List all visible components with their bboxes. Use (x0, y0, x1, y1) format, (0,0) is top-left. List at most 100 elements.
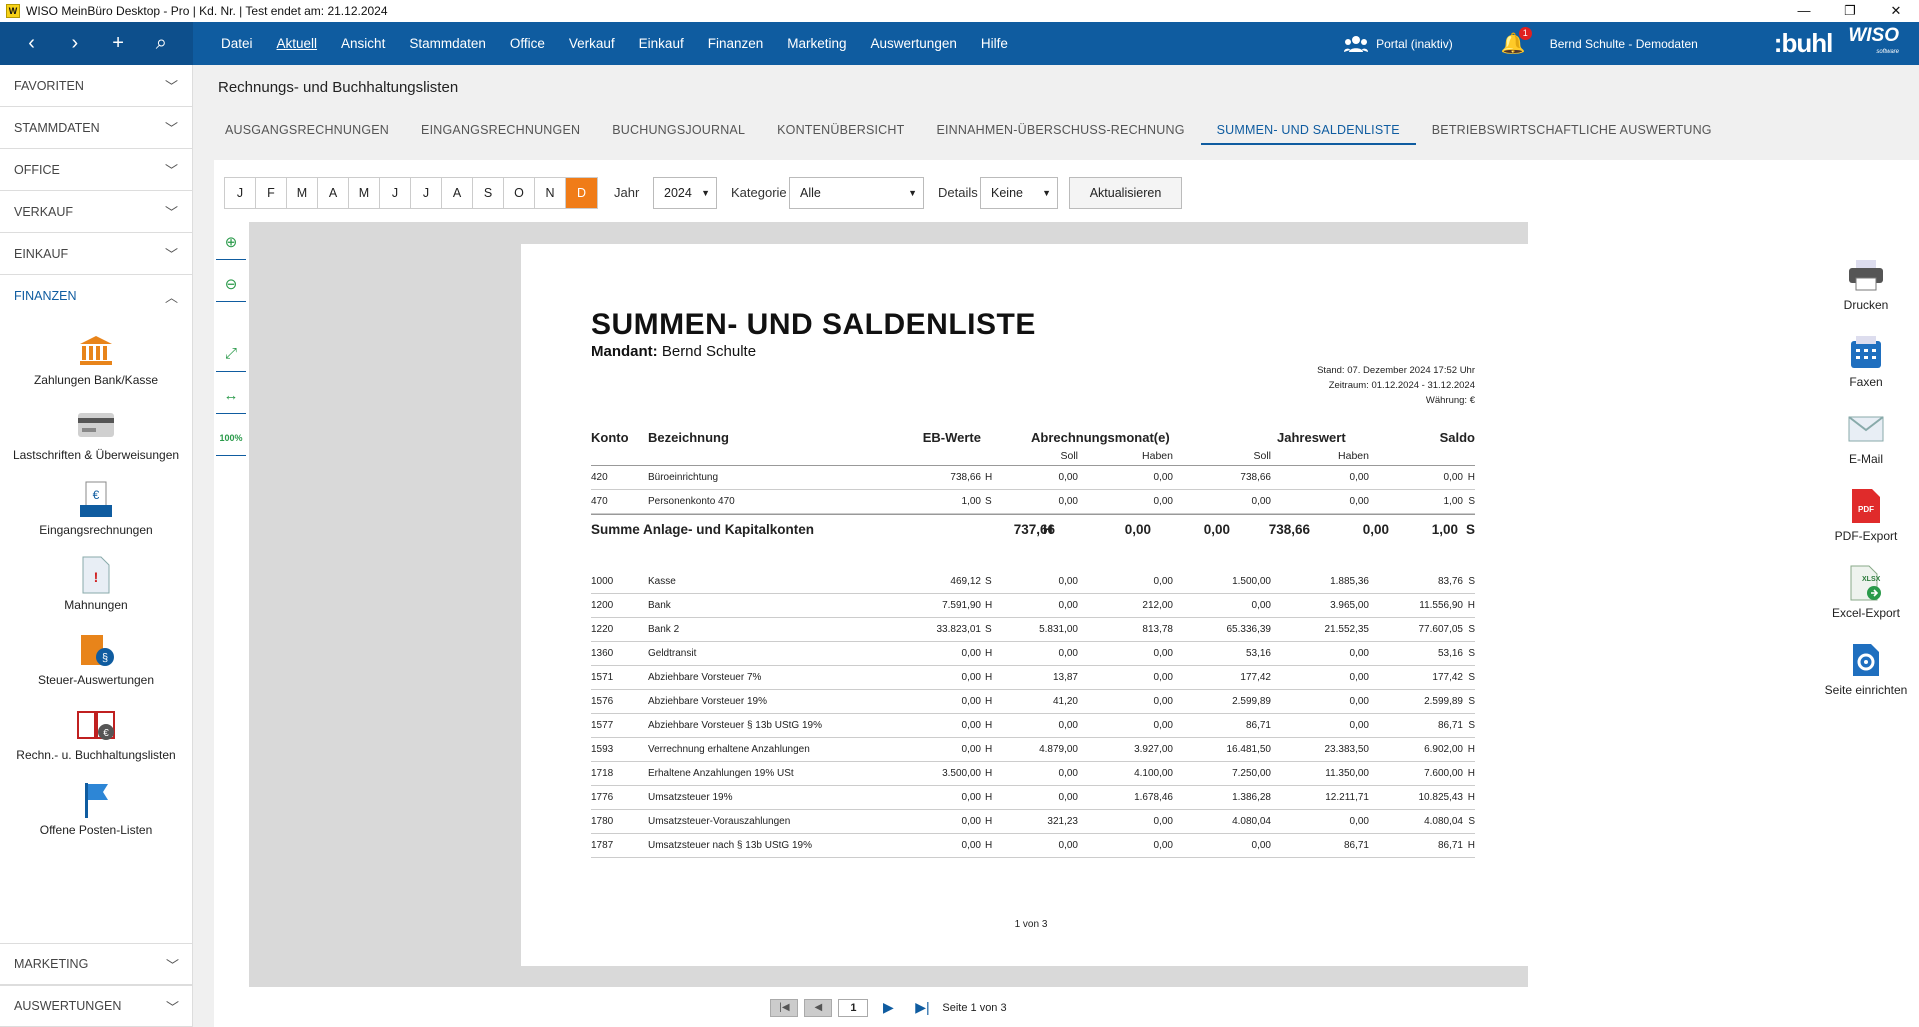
cell-eb: 1,00 (961, 496, 981, 507)
action-seite-einrichtenbutton[interactable]: Seite einrichten (1813, 640, 1919, 717)
month-button-10[interactable]: O (504, 178, 535, 208)
cell-ms: 0,00 (1058, 768, 1078, 779)
action-faxenbutton[interactable]: Faxen (1813, 332, 1919, 409)
menu-item-auswertungen[interactable]: Auswertungen (859, 36, 969, 51)
cell-ss: H (1467, 840, 1475, 851)
refresh-button[interactable]: Aktualisieren (1069, 177, 1182, 209)
forward-arrow-icon[interactable]: › (60, 32, 90, 55)
sidebar-link-1[interactable]: Zahlungen Bank/Kasse (34, 331, 158, 406)
month-button-8[interactable]: A (442, 178, 473, 208)
next-page-icon[interactable]: ▶ (874, 999, 903, 1017)
report-viewer[interactable]: SUMMEN- UND SALDENLISTE Mandant: Bernd S… (249, 222, 1541, 987)
action-druckenbutton[interactable]: Drucken (1813, 255, 1919, 332)
menu-item-marketing[interactable]: Marketing (775, 36, 858, 51)
cell-bez: Bank 2 (648, 624, 680, 635)
month-button-4[interactable]: A (318, 178, 349, 208)
month-button-1[interactable]: J (225, 178, 256, 208)
zoom-100-icon[interactable]: 100% (216, 420, 246, 456)
cell-ss: S (1468, 672, 1475, 683)
zoom-in-icon[interactable]: ⊕ (216, 224, 246, 260)
tab-5[interactable]: Einnahmen-Überschuss-Rechnung (920, 113, 1200, 145)
category-select[interactable]: Alle ▼ (789, 177, 924, 209)
cell-jh: 11.350,00 (1325, 768, 1369, 779)
sum-cell-saldo: 1,00 (1431, 522, 1458, 537)
cell-jh: 0,00 (1349, 696, 1369, 707)
menu-item-office[interactable]: Office (498, 36, 557, 51)
month-button-7[interactable]: J (411, 178, 442, 208)
search-icon[interactable]: ⌕ (146, 32, 176, 55)
year-select[interactable]: 2024 ▼ (653, 177, 717, 209)
tab-3[interactable]: Buchungsjournal (596, 113, 761, 145)
sidebar-section-label: FINANZEN (14, 289, 77, 303)
viewer-tools: ⊕ ⊖ ⤢ ↔ 100% (216, 224, 246, 462)
sidebar-link-4[interactable]: ! Mahnungen (64, 556, 128, 631)
menu-item-datei[interactable]: Datei (209, 36, 265, 51)
tab-2[interactable]: Eingangsrechnungen (405, 113, 596, 145)
sidebar-link-6[interactable]: € Rechn.- u. Buchhaltungslisten (16, 706, 176, 781)
cell-js: 177,42 (1240, 672, 1271, 683)
menu-item-aktuell[interactable]: Aktuell (265, 36, 330, 51)
cell-mh: 212,00 (1142, 600, 1173, 611)
month-button-2[interactable]: F (256, 178, 287, 208)
month-button-3[interactable]: M (287, 178, 318, 208)
fit-page-icon[interactable]: ⤢ (216, 336, 246, 372)
table-row: 1576 Abziehbare Vorsteuer 19% 0,00 H 41,20 0,… (591, 690, 1475, 714)
table-row: 1787 Umsatzsteuer nach § 13b UStG 19% 0,00… (591, 834, 1475, 858)
menu-item-stammdaten[interactable]: Stammdaten (397, 36, 498, 51)
close-button[interactable]: ✕ (1873, 3, 1919, 19)
user-name[interactable]: Bernd Schulte - Demodaten (1550, 37, 1698, 51)
last-page-icon[interactable]: ▶| (908, 999, 937, 1017)
plus-icon[interactable]: + (103, 32, 133, 55)
menu-right: Portal (inaktiv) 🔔 1 Bernd Schulte - Dem… (1344, 26, 1919, 60)
menu-item-hilfe[interactable]: Hilfe (969, 36, 1020, 51)
menu-item-ansicht[interactable]: Ansicht (329, 36, 397, 51)
tab-6[interactable]: Summen- und Saldenliste (1200, 113, 1416, 145)
menu-item-einkauf[interactable]: Einkauf (627, 36, 696, 51)
tab-1[interactable]: Ausgangsrechnungen (209, 113, 405, 145)
page-input[interactable]: 1 (838, 999, 869, 1017)
sidebar-link-3[interactable]: € Eingangsrechnungen (39, 481, 153, 556)
back-arrow-icon[interactable]: ‹ (17, 32, 47, 55)
cell-eb: 7.591,90 (942, 600, 981, 611)
fit-width-icon[interactable]: ↔ (216, 378, 246, 414)
cell-saldo: 86,71 (1437, 720, 1463, 731)
sidebar-section-finanzen[interactable]: FINANZEN ︿ (0, 275, 192, 317)
cell-saldo: 7.600,00 (1424, 768, 1463, 779)
sidebar-link-5[interactable]: § Steuer-Auswertungen (38, 631, 154, 706)
details-select[interactable]: Keine ▼ (980, 177, 1058, 209)
sidebar-section-verkauf[interactable]: VERKAUF ﹀ (0, 191, 192, 233)
first-page-icon[interactable]: |◀ (770, 999, 799, 1017)
cell-ms: 0,00 (1058, 496, 1078, 507)
sidebar-section-marketing[interactable]: MARKETING ﹀ (0, 943, 193, 985)
chevron-down-icon: ﹀ (164, 205, 178, 220)
month-button-11[interactable]: N (535, 178, 566, 208)
zoom-out-icon[interactable]: ⊖ (216, 266, 246, 302)
maximize-button[interactable]: ❐ (1827, 3, 1873, 19)
notifications-bell[interactable]: 🔔 1 (1501, 27, 1532, 56)
sidebar-section-einkauf[interactable]: EINKAUF ﹀ (0, 233, 192, 275)
sidebar-link-7[interactable]: Offene Posten-Listen (40, 781, 152, 856)
sidebar-section-stammdaten[interactable]: STAMMDATEN ﹀ (0, 107, 192, 149)
sidebar-section-auswertungen[interactable]: AUSWERTUNGEN ﹀ (0, 985, 193, 1027)
cell-bez: Abziehbare Vorsteuer § 13b UStG 19% (648, 720, 822, 731)
sidebar-section-favoriten[interactable]: FAVORITEN ﹀ (0, 65, 192, 107)
action-e-mailbutton[interactable]: E-Mail (1813, 409, 1919, 486)
tab-7[interactable]: Betriebswirtschaftliche Auswertung (1416, 113, 1728, 145)
action-pdf-exportbutton[interactable]: PDF PDF-Export (1813, 486, 1919, 563)
menu-item-finanzen[interactable]: Finanzen (696, 36, 776, 51)
minimize-button[interactable]: — (1781, 3, 1827, 19)
month-button-6[interactable]: J (380, 178, 411, 208)
table-row: 1577 Abziehbare Vorsteuer § 13b UStG 19% 0… (591, 714, 1475, 738)
menu-item-verkauf[interactable]: Verkauf (557, 36, 627, 51)
sidebar-section-office[interactable]: OFFICE ﹀ (0, 149, 192, 191)
portal-link[interactable]: Portal (inaktiv) (1344, 35, 1453, 53)
month-button-5[interactable]: M (349, 178, 380, 208)
sidebar-link-2[interactable]: Lastschriften & Überweisungen (13, 406, 179, 481)
tab-4[interactable]: Kontenübersicht (761, 113, 920, 145)
action-excel-exportbutton[interactable]: XLSX Excel-Export (1813, 563, 1919, 640)
chevron-down-icon: ﹀ (164, 247, 178, 262)
excel-icon: XLSX (1846, 563, 1886, 603)
month-button-12[interactable]: D (566, 178, 597, 208)
month-button-9[interactable]: S (473, 178, 504, 208)
prev-page-icon[interactable]: ◀ (804, 999, 833, 1017)
